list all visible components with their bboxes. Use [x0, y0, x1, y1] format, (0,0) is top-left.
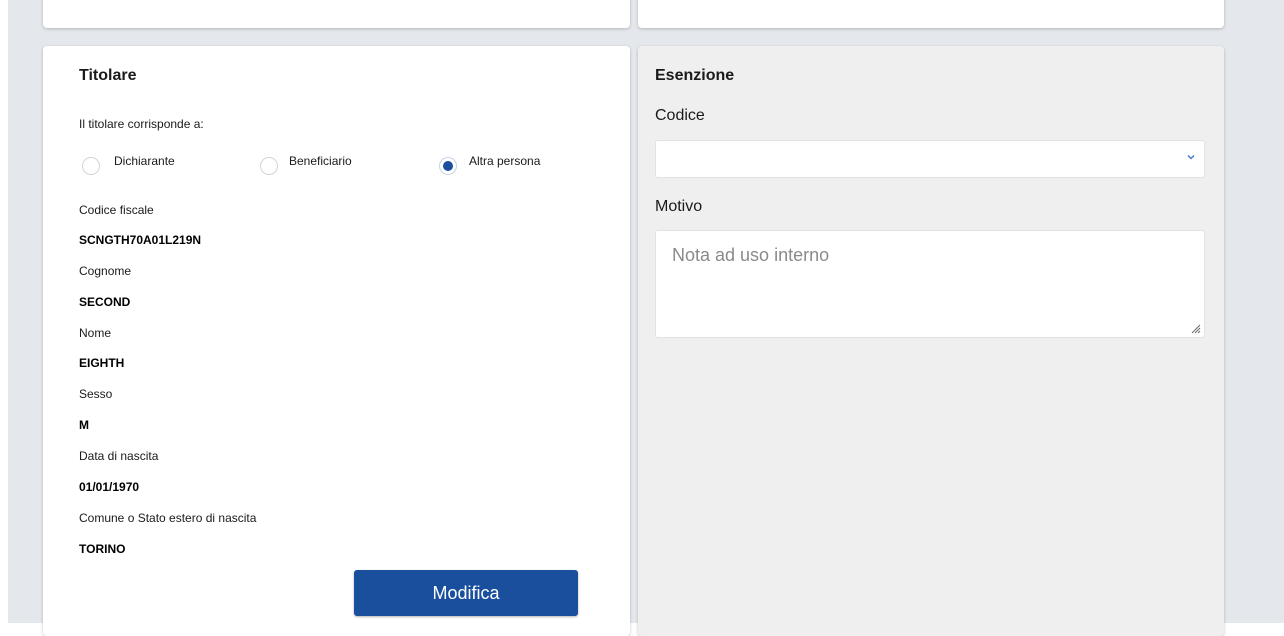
sesso-label: Sesso — [79, 387, 113, 401]
radio-label-dichiarante[interactable]: Dichiarante — [114, 154, 175, 168]
titolare-question: Il titolare corrisponde a: — [79, 117, 204, 131]
previous-card-right — [638, 0, 1224, 28]
codice-select[interactable] — [655, 140, 1205, 178]
radio-label-beneficiario[interactable]: Beneficiario — [289, 154, 352, 168]
data-nascita-value: 01/01/1970 — [79, 480, 140, 494]
comune-nascita-label: Comune o Stato estero di nascita — [79, 511, 257, 525]
esenzione-title: Esenzione — [655, 67, 735, 84]
chevron-down-icon[interactable] — [1186, 152, 1196, 162]
radio-altra-persona[interactable] — [439, 157, 457, 175]
resize-grip-icon[interactable] — [1189, 322, 1201, 334]
sesso-value: M — [79, 418, 89, 432]
previous-card-left — [43, 0, 630, 28]
radio-label-altra-persona[interactable]: Altra persona — [469, 154, 540, 168]
data-nascita-label: Data di nascita — [79, 449, 159, 463]
codice-fiscale-label: Codice fiscale — [79, 203, 154, 217]
comune-nascita-value: TORINO — [79, 542, 126, 556]
codice-fiscale-value: SCNGTH70A01L219N — [79, 233, 202, 247]
motivo-label: Motivo — [655, 198, 703, 215]
radio-dichiarante[interactable] — [82, 157, 100, 175]
motivo-placeholder: Nota ad uso interno — [672, 245, 830, 265]
modifica-button[interactable]: Modifica — [354, 570, 578, 616]
cognome-label: Cognome — [79, 264, 132, 278]
nome-label: Nome — [79, 326, 112, 340]
radio-beneficiario[interactable] — [260, 157, 278, 175]
motivo-textarea[interactable]: Nota ad uso interno — [655, 230, 1205, 338]
cognome-value: SECOND — [79, 295, 131, 309]
codice-label: Codice — [655, 107, 705, 124]
nome-value: EIGHTH — [79, 356, 125, 370]
esenzione-card: Esenzione Codice Motivo Nota ad uso inte… — [638, 46, 1224, 636]
titolare-card: Titolare Il titolare corrisponde a: Dich… — [43, 46, 630, 636]
titolare-title: Titolare — [79, 67, 137, 84]
